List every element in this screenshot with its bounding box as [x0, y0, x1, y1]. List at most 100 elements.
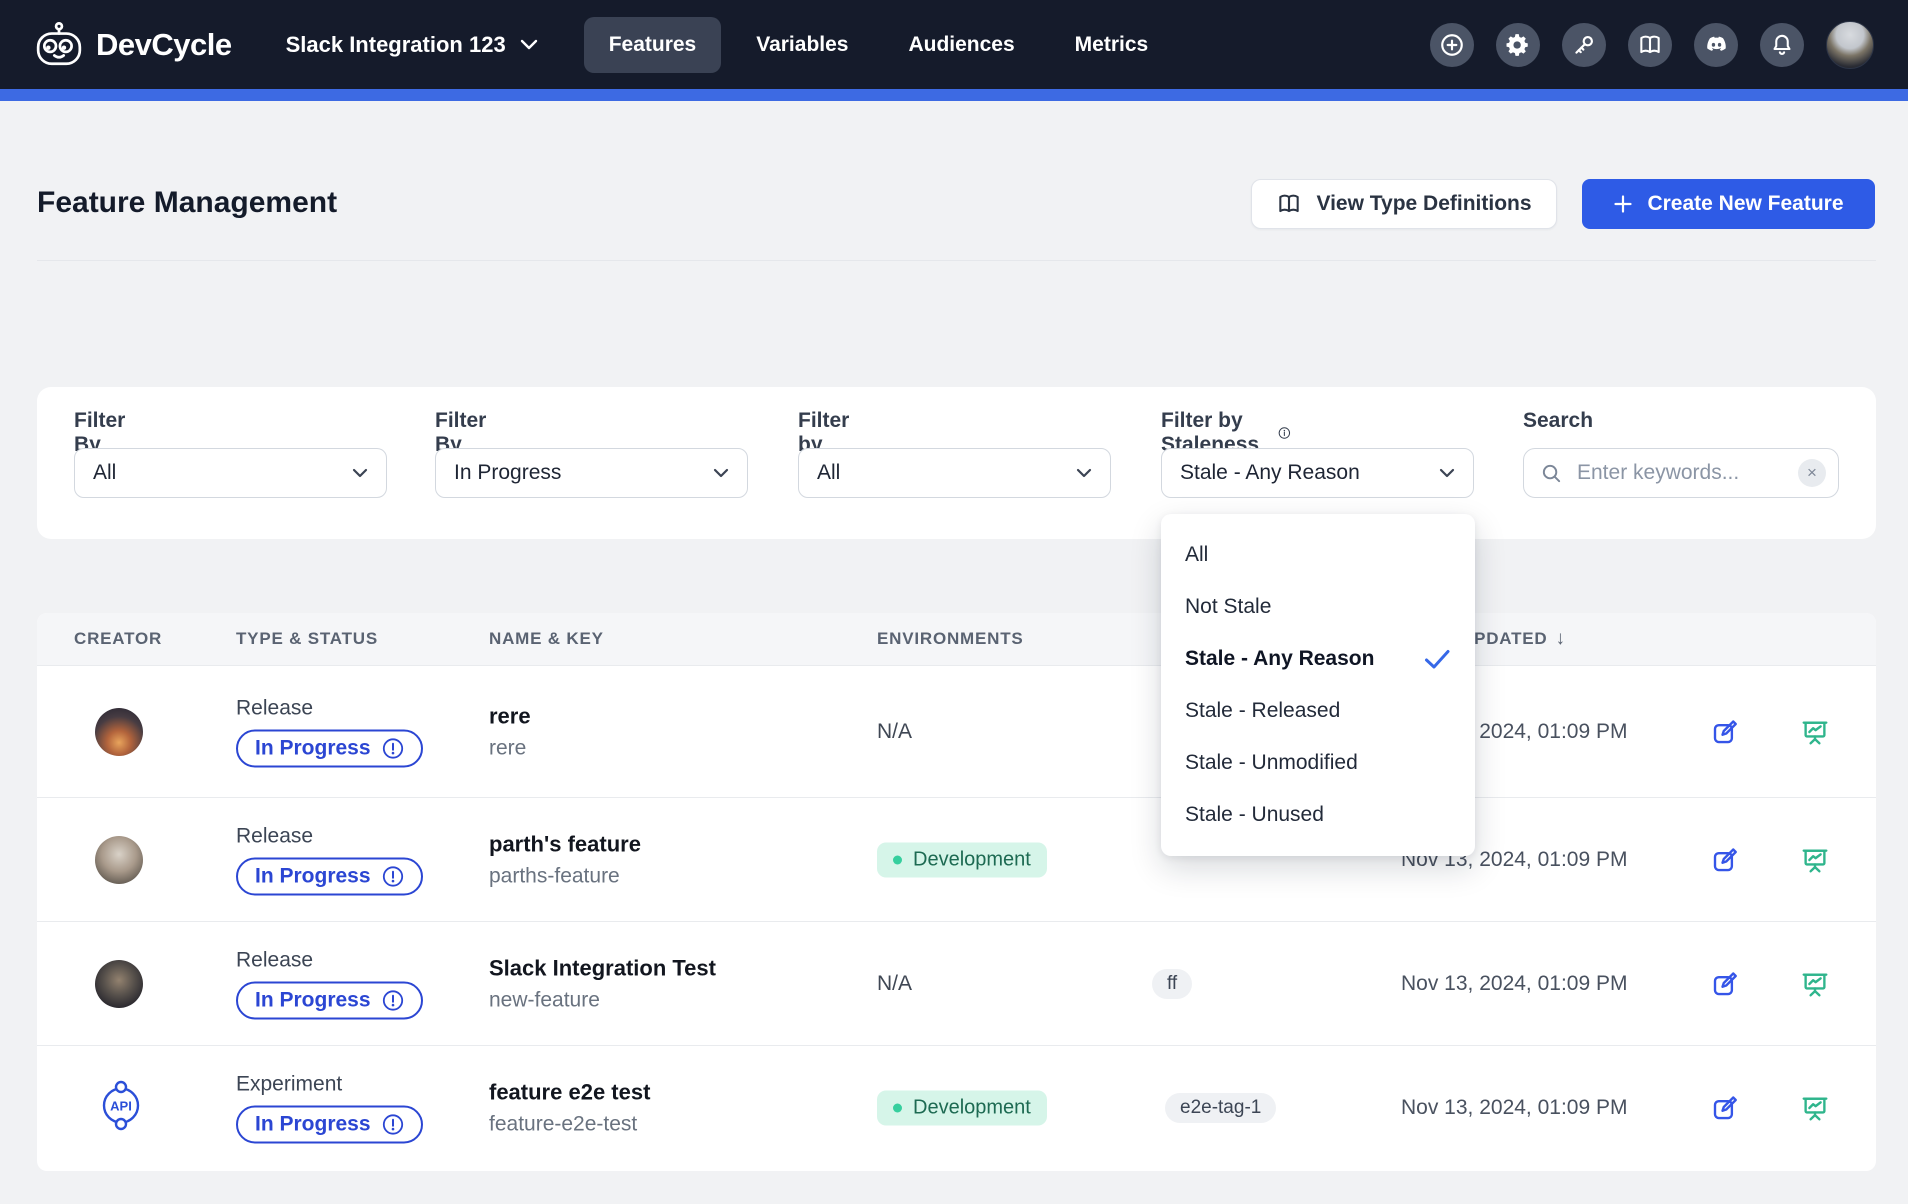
feature-results-button[interactable]	[1797, 714, 1833, 750]
main-nav-tabs: Features Variables Audiences Metrics	[584, 17, 1174, 73]
creator-avatar	[95, 836, 143, 884]
view-type-definitions-button[interactable]: View Type Definitions	[1251, 179, 1557, 229]
creator-cell	[95, 708, 143, 756]
edit-feature-button[interactable]	[1707, 1090, 1743, 1126]
filter-bar: Filter By Creator All Filter By Status I…	[37, 387, 1876, 539]
search-placeholder: Enter keywords...	[1577, 461, 1739, 485]
tags-cell: ff	[1152, 969, 1192, 999]
docs-button[interactable]	[1628, 23, 1672, 67]
status-badge: In Progress	[236, 857, 423, 895]
tab-features[interactable]: Features	[584, 17, 722, 73]
creator-avatar	[95, 708, 143, 756]
name-key-cell: Slack Integration Test new-feature	[489, 955, 716, 1012]
key-icon	[1571, 32, 1597, 58]
col-updated[interactable]: UPDATED ↓	[1461, 613, 1566, 665]
feature-name: parth's feature	[489, 831, 641, 857]
edit-pencil-icon	[1710, 845, 1740, 875]
filter-creator-select[interactable]: All	[74, 448, 387, 498]
feature-name: rere	[489, 703, 531, 729]
feature-results-button[interactable]	[1797, 842, 1833, 878]
plus-icon	[1613, 194, 1633, 214]
create-new-feature-button[interactable]: Create New Feature	[1582, 179, 1875, 229]
add-circle-icon	[1439, 32, 1465, 58]
menu-item-stale-unmodified[interactable]: Stale - Unmodified	[1161, 737, 1475, 789]
tag-pill: e2e-tag-1	[1165, 1093, 1276, 1123]
menu-item-not-stale[interactable]: Not Stale	[1161, 581, 1475, 633]
sort-descending-icon: ↓	[1556, 628, 1566, 650]
type-status-cell: Release In Progress	[236, 948, 423, 1019]
view-type-definitions-label: View Type Definitions	[1316, 192, 1531, 216]
table-row[interactable]: API Experiment In Progress feature e2e t…	[37, 1045, 1876, 1169]
edit-feature-button[interactable]	[1707, 966, 1743, 1002]
navbar-actions	[1430, 21, 1874, 69]
alert-circle-icon	[382, 989, 404, 1011]
user-avatar[interactable]	[1826, 21, 1874, 69]
status-badge: In Progress	[236, 981, 423, 1019]
tab-metrics[interactable]: Metrics	[1050, 17, 1174, 73]
col-environments: ENVIRONMENTS	[877, 613, 1024, 665]
environments-cell: Development	[877, 842, 1047, 877]
feature-results-button[interactable]	[1797, 1090, 1833, 1126]
api-keys-button[interactable]	[1562, 23, 1606, 67]
presentation-chart-icon	[1800, 717, 1830, 747]
tab-variables[interactable]: Variables	[731, 17, 873, 73]
feature-key: feature-e2e-test	[489, 1112, 650, 1136]
tags-cell: e2e-tag-1	[1165, 1093, 1276, 1123]
name-key-cell: parth's feature parths-feature	[489, 831, 641, 888]
table-row[interactable]: Release In Progress Slack Integration Te…	[37, 921, 1876, 1045]
updated-cell: Nov 13, 2024, 01:09 PM	[1401, 1096, 1627, 1120]
feature-type: Release	[236, 824, 423, 848]
settings-button[interactable]	[1496, 23, 1540, 67]
book-icon	[1276, 191, 1302, 217]
table-row[interactable]: Release In Progress rere rere N/A Nov	[37, 665, 1876, 797]
edit-feature-button[interactable]	[1707, 842, 1743, 878]
alert-circle-icon	[382, 737, 404, 759]
menu-item-stale-any-reason[interactable]: Stale - Any Reason	[1161, 633, 1475, 685]
search-label: Search	[1523, 409, 1593, 433]
feature-name: feature e2e test	[489, 1079, 650, 1105]
presentation-chart-icon	[1800, 1093, 1830, 1123]
project-selector[interactable]: Slack Integration 123	[286, 32, 538, 58]
menu-item-stale-released[interactable]: Stale - Released	[1161, 685, 1475, 737]
devcycle-feature-dashboard: DevCycle Slack Integration 123 Features …	[0, 0, 1908, 1204]
tag-pill: ff	[1152, 969, 1192, 999]
add-circle-button[interactable]	[1430, 23, 1474, 67]
name-key-cell: feature e2e test feature-e2e-test	[489, 1079, 650, 1136]
search-clear-button[interactable]: ×	[1798, 459, 1826, 487]
svg-text:API: API	[110, 1098, 132, 1113]
feature-key: parths-feature	[489, 864, 641, 888]
create-new-feature-label: Create New Feature	[1647, 192, 1843, 216]
environments-cell: N/A	[877, 972, 912, 996]
feature-key: new-feature	[489, 988, 716, 1012]
edit-pencil-icon	[1710, 969, 1740, 999]
creator-cell: API	[95, 1077, 147, 1138]
book-icon	[1637, 32, 1663, 58]
devcycle-logo[interactable]: DevCycle	[34, 22, 232, 68]
table-row[interactable]: Release In Progress parth's feature part…	[37, 797, 1876, 921]
filter-status-select[interactable]: In Progress	[435, 448, 748, 498]
filter-creator-value: All	[93, 461, 116, 485]
menu-item-all[interactable]: All	[1161, 529, 1475, 581]
page-title: Feature Management	[37, 186, 337, 220]
search-input[interactable]: Enter keywords... ×	[1523, 448, 1839, 498]
environments-cell: N/A	[877, 720, 912, 744]
notifications-button[interactable]	[1760, 23, 1804, 67]
checkmark-icon	[1424, 649, 1451, 670]
info-icon[interactable]	[1278, 422, 1291, 444]
filter-type-select[interactable]: All	[798, 448, 1111, 498]
discord-button[interactable]	[1694, 23, 1738, 67]
updated-cell: Nov 13, 2024, 01:09 PM	[1401, 972, 1627, 996]
bell-icon	[1769, 32, 1795, 58]
brand-name: DevCycle	[96, 27, 232, 63]
feature-type: Experiment	[236, 1072, 423, 1096]
chevron-down-icon	[1439, 468, 1455, 478]
edit-feature-button[interactable]	[1707, 714, 1743, 750]
tab-audiences[interactable]: Audiences	[883, 17, 1039, 73]
status-badge: In Progress	[236, 1105, 423, 1143]
feature-type: Release	[236, 948, 423, 972]
col-type-status: TYPE & STATUS	[236, 613, 378, 665]
feature-results-button[interactable]	[1797, 966, 1833, 1002]
filter-staleness-select[interactable]: Stale - Any Reason	[1161, 448, 1474, 498]
features-table: CREATOR TYPE & STATUS NAME & KEY ENVIRON…	[37, 613, 1876, 1171]
menu-item-stale-unused[interactable]: Stale - Unused	[1161, 789, 1475, 841]
